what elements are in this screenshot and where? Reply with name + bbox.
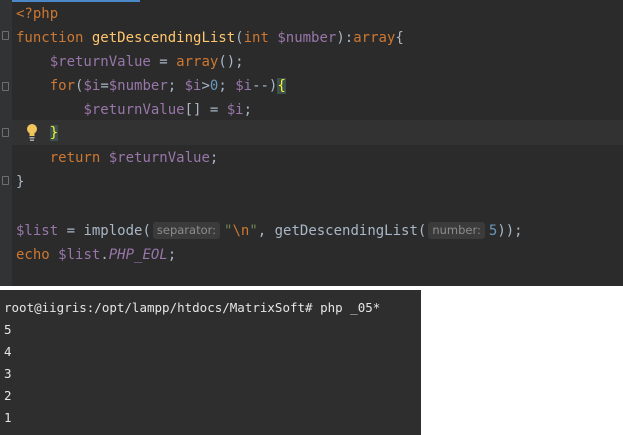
code-line-5: $returnValue[] = $i; bbox=[16, 98, 252, 122]
code-line-8: } bbox=[16, 170, 24, 194]
fold-marker-icon[interactable] bbox=[2, 128, 9, 137]
keyword-for: for bbox=[49, 78, 76, 94]
fold-marker-icon[interactable] bbox=[2, 176, 9, 185]
variable: $returnValue bbox=[108, 150, 210, 166]
terminal-prompt: root@iigris:/opt/lampp/htdocs/MatrixSoft… bbox=[4, 300, 381, 315]
terminal-output[interactable]: root@iigris:/opt/lampp/htdocs/MatrixSoft… bbox=[0, 290, 421, 435]
code-line-4: for($i=$number; $i>0; $i--){ bbox=[16, 74, 286, 98]
variable: $list bbox=[16, 223, 59, 239]
punctuation: ; bbox=[167, 247, 177, 263]
string-literal: " bbox=[249, 223, 258, 239]
terminal-output-line: 3 bbox=[4, 366, 12, 381]
parameter-hint: separator: bbox=[152, 222, 221, 239]
variable: $list bbox=[58, 247, 101, 263]
terminal-output-line: 4 bbox=[4, 344, 12, 359]
variable: $i bbox=[184, 78, 202, 94]
terminal-output-line: 1 bbox=[4, 410, 12, 425]
punctuation: (); bbox=[218, 54, 244, 70]
fold-marker-icon[interactable] bbox=[2, 82, 9, 91]
brace: { bbox=[395, 30, 404, 46]
matched-brace: } bbox=[49, 125, 59, 141]
code-line-7: return $returnValue; bbox=[16, 146, 219, 170]
function-call: , getDescendingList( bbox=[257, 223, 427, 239]
variable: $returnValue bbox=[83, 102, 185, 118]
constant: PHP_EOL bbox=[108, 247, 168, 263]
function-name: getDescendingList bbox=[91, 30, 236, 46]
operator: = bbox=[150, 54, 177, 70]
fold-marker-icon[interactable] bbox=[2, 31, 9, 40]
operator: = bbox=[100, 78, 109, 94]
variable: $number bbox=[108, 78, 168, 94]
operator: > bbox=[201, 78, 210, 94]
punctuation: ; bbox=[209, 150, 219, 166]
punctuation: )); bbox=[497, 223, 523, 239]
operator: . bbox=[100, 247, 109, 263]
punctuation: ; bbox=[243, 102, 253, 118]
operator: [] = bbox=[184, 102, 227, 118]
type-int: int bbox=[243, 30, 269, 46]
variable: $returnValue bbox=[49, 54, 151, 70]
terminal-output-line: 2 bbox=[4, 388, 12, 403]
code-line-2: function getDescendingList(int $number):… bbox=[16, 26, 404, 50]
escape-sequence: \n bbox=[232, 223, 250, 239]
variable: $i bbox=[235, 78, 253, 94]
variable: $i bbox=[226, 102, 244, 118]
return-type: array bbox=[353, 30, 396, 46]
brace: } bbox=[16, 174, 25, 190]
code-line-10: $list = implode(separator: "\n", getDesce… bbox=[16, 219, 523, 243]
keyword-echo: echo bbox=[16, 247, 50, 263]
editor-gutter bbox=[0, 0, 12, 286]
parameter-hint: number: bbox=[428, 222, 485, 239]
code-line-11: echo $list.PHP_EOL; bbox=[16, 243, 176, 267]
php-open-tag: <?php bbox=[16, 6, 59, 22]
punctuation: ; bbox=[167, 78, 185, 94]
variable: $i bbox=[83, 78, 101, 94]
punctuation: ; bbox=[218, 78, 236, 94]
keyword-array: array bbox=[176, 54, 219, 70]
operator: --) bbox=[252, 78, 278, 94]
terminal-output-line: 5 bbox=[4, 322, 12, 337]
code-line-1: <?php bbox=[16, 2, 58, 26]
keyword-function: function bbox=[16, 30, 84, 46]
param-number: $number bbox=[277, 30, 337, 46]
code-line-3: $returnValue = array(); bbox=[16, 50, 244, 74]
code-text: <?php function getDescendingList(int $nu… bbox=[16, 0, 623, 286]
code-editor[interactable]: <?php function getDescendingList(int $nu… bbox=[0, 0, 623, 286]
keyword-return: return bbox=[49, 150, 101, 166]
implode-call: = implode( bbox=[58, 223, 151, 239]
paren: ): bbox=[336, 30, 354, 46]
matched-brace: { bbox=[277, 78, 286, 94]
paren: ( bbox=[235, 30, 244, 46]
code-line-6: } bbox=[16, 121, 59, 145]
